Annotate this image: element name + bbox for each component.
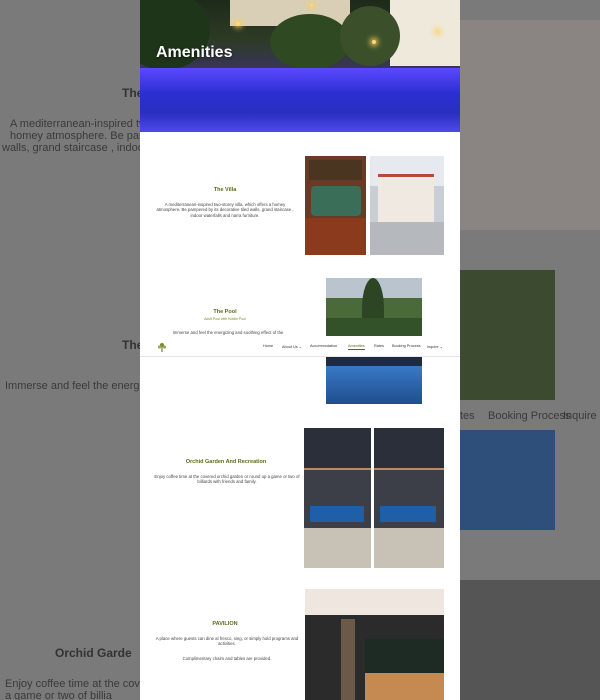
pool-trees-photo bbox=[326, 278, 422, 339]
section-body-pool: Immerse and feel the energizing and soot… bbox=[172, 330, 284, 335]
pavilion-photo bbox=[305, 589, 444, 700]
page-title: Amenities bbox=[156, 44, 233, 61]
garden-light bbox=[372, 40, 376, 44]
nav-accommodation[interactable]: Accommodation bbox=[310, 344, 337, 348]
villa-sign-photo bbox=[305, 156, 366, 255]
photo-detail bbox=[374, 528, 444, 568]
photo-detail bbox=[304, 428, 371, 470]
photo-detail bbox=[311, 186, 361, 216]
backdrop-photo-pavilion bbox=[460, 580, 600, 700]
photo-detail bbox=[378, 174, 434, 225]
section-body-villa: A mediterranean-inspired two-storey vill… bbox=[156, 202, 294, 218]
nav-rates[interactable]: Rates bbox=[374, 344, 384, 348]
backdrop-photo-pool-water bbox=[460, 430, 555, 530]
section-title-villa: The Villa bbox=[213, 187, 237, 193]
photo-detail bbox=[309, 160, 362, 180]
section-title-pavilion: PAVILION bbox=[212, 621, 238, 627]
photo-detail bbox=[305, 218, 366, 255]
nav-inquire[interactable]: Inquire ⌄ bbox=[427, 344, 443, 349]
backdrop-title: Orchid Garde bbox=[55, 646, 132, 660]
photo-detail bbox=[304, 528, 371, 568]
pool-water-photo bbox=[326, 356, 422, 404]
backdrop-text: Enjoy coffee time at the cove bbox=[5, 678, 147, 690]
building-shape bbox=[390, 0, 460, 66]
garden-light bbox=[436, 30, 439, 33]
section-body-pavilion: A place where guests can dine al fresco,… bbox=[155, 636, 299, 647]
billiards-photo-left bbox=[304, 428, 371, 568]
nav-amenities[interactable]: Amenities bbox=[348, 344, 365, 350]
backdrop-text: a game or two of billia bbox=[5, 690, 112, 700]
photo-detail bbox=[370, 222, 444, 255]
backdrop-text: Immerse and feel the energ bbox=[5, 380, 140, 392]
section-body-orchid: Enjoy coffee time at the covered orchid … bbox=[154, 474, 300, 485]
backdrop-photo-villa bbox=[460, 20, 600, 230]
tree-shape bbox=[270, 14, 350, 70]
garden-light bbox=[236, 22, 240, 26]
section-subtitle-pool: Adult Pool with Kiddie Pool bbox=[204, 317, 246, 321]
pool-water bbox=[140, 68, 460, 132]
billiards-photo-right bbox=[374, 428, 444, 568]
photo-detail bbox=[305, 589, 444, 615]
nav-booking-process[interactable]: Booking Process bbox=[392, 344, 421, 348]
backdrop-text: walls, grand staircase , indoor bbox=[2, 142, 148, 154]
logo-icon[interactable] bbox=[156, 340, 168, 352]
garden-light bbox=[310, 4, 313, 7]
photo-detail bbox=[341, 619, 355, 700]
backdrop-nav: Inquire bbox=[563, 410, 597, 422]
photo-detail bbox=[326, 366, 422, 404]
nav-home[interactable]: Home bbox=[263, 344, 273, 348]
nav-bar: Home About Us ⌄ Accommodation Amenities … bbox=[140, 336, 460, 357]
backdrop-photo-pool-trees bbox=[460, 270, 555, 400]
photo-detail bbox=[365, 673, 444, 700]
backdrop-nav: tes bbox=[460, 410, 475, 422]
villa-exterior-photo bbox=[370, 156, 444, 255]
backdrop-nav: Booking Process bbox=[488, 410, 571, 422]
section-title-orchid: Orchid Garden And Recreation bbox=[185, 459, 267, 465]
hero-banner: Amenities bbox=[140, 0, 460, 132]
photo-detail bbox=[380, 506, 436, 522]
section-body-pavilion-note: Complimentary chairs and tables are prov… bbox=[182, 656, 272, 661]
photo-detail bbox=[374, 428, 444, 470]
tree-shape bbox=[340, 6, 400, 66]
photo-detail bbox=[310, 506, 364, 522]
section-title-pool: The Pool bbox=[213, 309, 237, 315]
nav-about-us[interactable]: About Us ⌄ bbox=[282, 344, 302, 349]
photo-detail bbox=[326, 356, 422, 366]
